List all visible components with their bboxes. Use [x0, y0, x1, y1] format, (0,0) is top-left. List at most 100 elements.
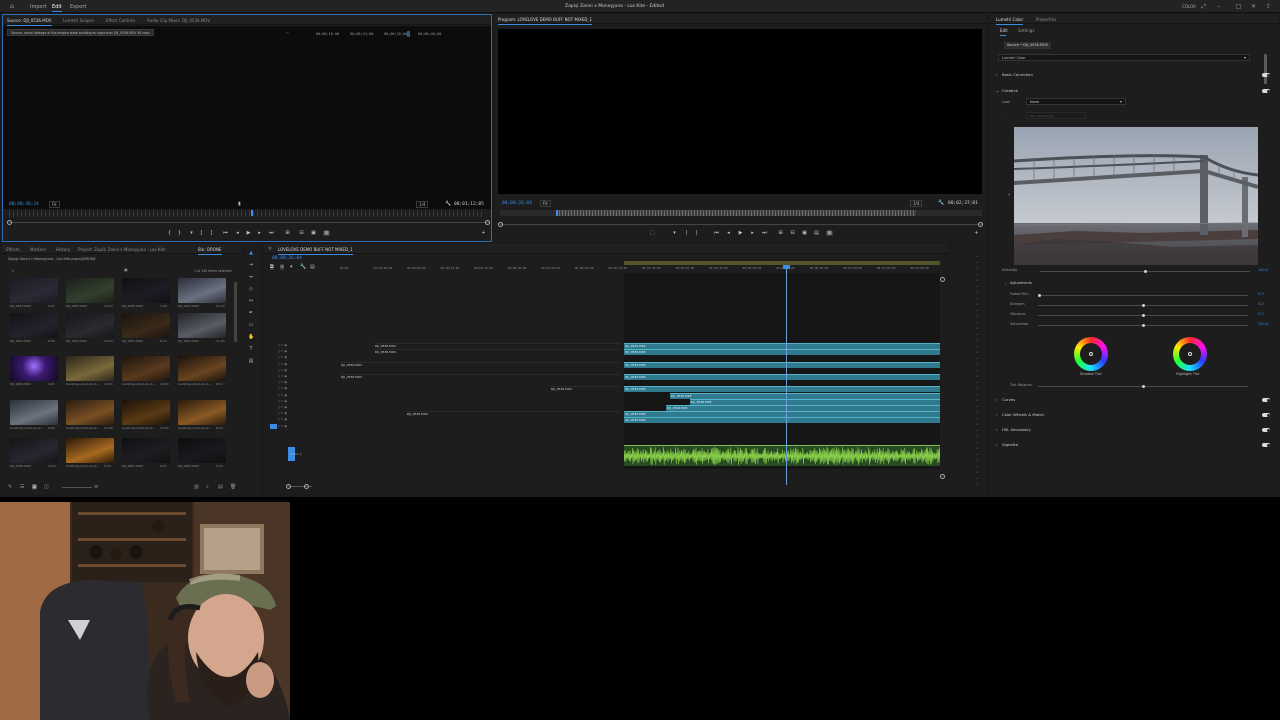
wrench-icon[interactable]: 🔧	[445, 201, 451, 207]
tab-effect-controls[interactable]: Effect Controls	[106, 18, 135, 23]
bin-clip-thumbnail[interactable]	[122, 438, 170, 463]
intensity-slider[interactable]	[1040, 270, 1250, 273]
rectangle-tool-icon[interactable]: ▭	[248, 322, 254, 328]
next-look-icon[interactable]: ›	[1254, 192, 1256, 198]
caption-tool-icon[interactable]: ▤	[248, 358, 254, 364]
thumbnail-size-slider[interactable]	[62, 487, 92, 488]
settings-icon[interactable]: 🔧	[300, 264, 306, 270]
track-header[interactable]: ▯ ▭ ◉	[278, 393, 318, 398]
pen-tool-icon[interactable]: ✒	[248, 310, 254, 316]
delete-icon[interactable]: 🗑	[230, 484, 236, 490]
timeline-clip[interactable]: DJI_0520.MP4	[624, 343, 940, 349]
linked-selection-icon[interactable]: ∞	[280, 264, 285, 270]
timeline-clip[interactable]: DJI_0536.MOV	[374, 343, 620, 349]
program-playhead[interactable]	[556, 210, 558, 216]
previous-look-icon[interactable]: ‹	[1008, 192, 1010, 198]
bin-clip-thumbnail[interactable]	[10, 356, 58, 381]
section-creative[interactable]: Creative	[1002, 88, 1018, 93]
export-tab[interactable]: Export	[70, 4, 86, 10]
hand-tool-icon[interactable]: ✋	[248, 334, 254, 340]
faded-film-value[interactable]: 0.0	[1258, 292, 1264, 296]
edit-tab[interactable]: Edit	[52, 4, 62, 12]
track-header[interactable]: ▯ ▭ ◉	[278, 386, 318, 391]
bin-clip-thumbnail[interactable]	[66, 438, 114, 463]
section-vignette-chevron[interactable]: ›	[996, 442, 998, 447]
bin-clip-thumbnail[interactable]	[66, 356, 114, 381]
zoom-handle-left[interactable]	[7, 220, 12, 225]
bin-clip-thumbnail[interactable]	[178, 356, 226, 381]
zoom-handle-right[interactable]	[485, 220, 490, 225]
tab-edit[interactable]: Edit	[1000, 28, 1008, 33]
tab-settings[interactable]: Settings	[1018, 28, 1034, 33]
home-icon[interactable]: ⌂	[10, 3, 14, 10]
import-tab[interactable]: Import	[30, 4, 47, 10]
bin-clip-thumbnail[interactable]	[178, 438, 226, 463]
section-basic-correction-chevron[interactable]: ›	[996, 72, 998, 77]
icon-view-icon[interactable]: ▦	[32, 484, 37, 490]
zoom-handle-right[interactable]	[304, 484, 309, 489]
track-header[interactable]: ▯ ▭ ◉	[278, 374, 318, 379]
snap-icon[interactable]: ⧉	[270, 264, 274, 270]
program-zoom-bar[interactable]	[500, 224, 982, 225]
timeline-playhead-line[interactable]	[786, 265, 787, 485]
insert-icon[interactable]: ⊞	[285, 231, 290, 236]
bin-clip-thumbnail[interactable]	[178, 400, 226, 425]
hsl-toggle[interactable]	[1262, 428, 1270, 432]
timeline-clip[interactable]: DJI_0536.MOV	[550, 386, 620, 392]
out-point-icon[interactable]: ]	[209, 231, 214, 236]
zoom-handle-right[interactable]	[978, 222, 983, 227]
timeline-clip[interactable]: DJI_0536.MP4	[670, 392, 940, 399]
timeline-clip[interactable]: DJI_0536.MP4	[624, 411, 940, 418]
vertical-scroll-handle[interactable]	[940, 474, 945, 479]
pencil-icon[interactable]: ✎	[8, 484, 12, 490]
sort-icon[interactable]: ≡	[94, 484, 98, 490]
adjustments-label[interactable]: Adjustments	[1010, 281, 1032, 285]
tab-project[interactable]: Project: Zapiși Zanni x Moneyjuna - Los …	[78, 247, 166, 252]
tab-sequence[interactable]: LOVELOVE DEMO BUFF NOT MIXED_1	[278, 247, 353, 255]
effect-select[interactable]: Lumetri Color ▾	[998, 54, 1250, 61]
mark-out-icon[interactable]: }	[177, 231, 182, 236]
vibrance-knob[interactable]	[1142, 314, 1145, 317]
vignette-toggle[interactable]	[1262, 443, 1270, 447]
slip-tool-icon[interactable]: ↔	[248, 298, 254, 304]
source-resolution-select[interactable]: 1/4	[416, 201, 429, 208]
section-color-wheels-chevron[interactable]: ›	[996, 412, 998, 417]
color-wheels-toggle[interactable]	[1262, 413, 1270, 417]
safe-margins-icon[interactable]: ▦	[323, 231, 330, 236]
zoom-handle-left[interactable]	[286, 484, 291, 489]
bin-clip-thumbnail[interactable]	[66, 278, 114, 303]
step-back-icon[interactable]: ◂	[235, 231, 240, 236]
automate-icon[interactable]: ▥	[194, 484, 199, 490]
track-header[interactable]: ▯ ▭ ◉	[278, 417, 318, 422]
program-fit-select[interactable]: Fit	[540, 200, 551, 207]
tab-audio-clip-mixer[interactable]: Audio Clip Mixer: DJI_0536.MOV	[147, 18, 210, 23]
tab-source[interactable]: Source: DJI_0536.MOV	[7, 18, 52, 26]
track-header[interactable]: ▯ ▭ ◉	[278, 411, 318, 416]
marker-icon[interactable]: ⌐	[286, 30, 289, 35]
source-fit-select[interactable]: Fit	[49, 201, 60, 208]
source-playhead[interactable]	[251, 210, 253, 216]
look-select[interactable]: None ▾	[1026, 98, 1126, 105]
go-to-out-icon[interactable]: ⏭	[762, 231, 767, 236]
faded-film-slider[interactable]	[1038, 294, 1248, 297]
mark-in-icon[interactable]: {	[167, 231, 172, 236]
track-header[interactable]: ▯ ▭ ◉	[278, 399, 318, 404]
audio-clip[interactable]	[624, 445, 940, 466]
bin-clip-thumbnail[interactable]	[122, 313, 170, 338]
tab-lumetri-color[interactable]: Lumetri Color	[996, 17, 1024, 25]
sharpen-value[interactable]: 0.0	[1258, 302, 1264, 306]
saturation-slider[interactable]	[1038, 324, 1248, 327]
timeline-clip[interactable]: DJI_0536.MOV	[374, 349, 620, 355]
track-header[interactable]: ▯ ▭ ◉	[278, 380, 318, 385]
source-timecode[interactable]: 00;00;36;24	[9, 202, 39, 207]
timeline-clip[interactable]: DJI_0536.MP4	[624, 374, 940, 380]
intensity-value[interactable]: 100.0	[1258, 268, 1268, 272]
minimize-icon[interactable]: –	[1215, 3, 1222, 10]
shadow-tint-wheel[interactable]	[1074, 337, 1108, 371]
look-preview-image[interactable]	[1014, 127, 1258, 265]
adjustments-chevron[interactable]: ⌄	[1004, 281, 1007, 285]
section-vignette[interactable]: Vignette	[1002, 442, 1018, 447]
source-viewer[interactable]: Source: aerial footage of the empire sta…	[3, 26, 491, 209]
find-icon[interactable]: ⌕	[206, 484, 209, 490]
bin-clip-thumbnail[interactable]	[10, 278, 58, 303]
